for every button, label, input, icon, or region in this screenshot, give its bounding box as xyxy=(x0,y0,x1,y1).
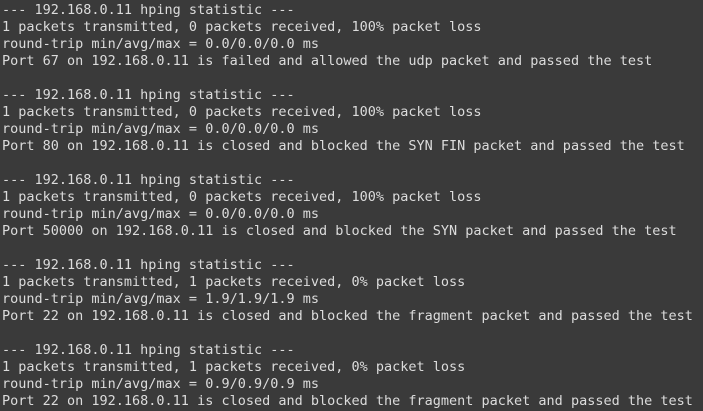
stat-rtt-line: round-trip min/avg/max = 0.9/0.9/0.9 ms xyxy=(2,376,319,392)
stat-result-line: Port 22 on 192.168.0.11 is closed and bl… xyxy=(2,308,693,324)
stat-rtt-line: round-trip min/avg/max = 0.0/0.0/0.0 ms xyxy=(2,36,319,52)
terminal-output[interactable]: --- 192.168.0.11 hping statistic --- 1 p… xyxy=(0,0,703,411)
stat-header: --- 192.168.0.11 hping statistic --- xyxy=(2,257,295,273)
stat-result-line: Port 22 on 192.168.0.11 is closed and bl… xyxy=(2,393,693,409)
stat-header: --- 192.168.0.11 hping statistic --- xyxy=(2,172,295,188)
stat-block: --- 192.168.0.11 hping statistic --- 1 p… xyxy=(2,172,703,240)
stat-rtt-line: round-trip min/avg/max = 0.0/0.0/0.0 ms xyxy=(2,206,319,222)
stat-block: --- 192.168.0.11 hping statistic --- 1 p… xyxy=(2,87,703,155)
stat-result-line: Port 67 on 192.168.0.11 is failed and al… xyxy=(2,53,653,69)
stat-rtt-line: round-trip min/avg/max = 1.9/1.9/1.9 ms xyxy=(2,291,319,307)
stat-transmit-line: 1 packets transmitted, 0 packets receive… xyxy=(2,189,482,205)
stat-rtt-line: round-trip min/avg/max = 0.0/0.0/0.0 ms xyxy=(2,121,319,137)
stat-header: --- 192.168.0.11 hping statistic --- xyxy=(2,2,295,18)
stat-block: --- 192.168.0.11 hping statistic --- 1 p… xyxy=(2,2,703,70)
stat-header: --- 192.168.0.11 hping statistic --- xyxy=(2,342,295,358)
stat-transmit-line: 1 packets transmitted, 0 packets receive… xyxy=(2,19,482,35)
stat-transmit-line: 1 packets transmitted, 0 packets receive… xyxy=(2,104,482,120)
stat-header: --- 192.168.0.11 hping statistic --- xyxy=(2,87,295,103)
stat-result-line: Port 80 on 192.168.0.11 is closed and bl… xyxy=(2,138,685,154)
stat-result-line: Port 50000 on 192.168.0.11 is closed and… xyxy=(2,223,677,239)
stat-block: --- 192.168.0.11 hping statistic --- 1 p… xyxy=(2,257,703,325)
stat-block: --- 192.168.0.11 hping statistic --- 1 p… xyxy=(2,342,703,410)
stat-transmit-line: 1 packets transmitted, 1 packets receive… xyxy=(2,274,466,290)
stat-transmit-line: 1 packets transmitted, 1 packets receive… xyxy=(2,359,466,375)
